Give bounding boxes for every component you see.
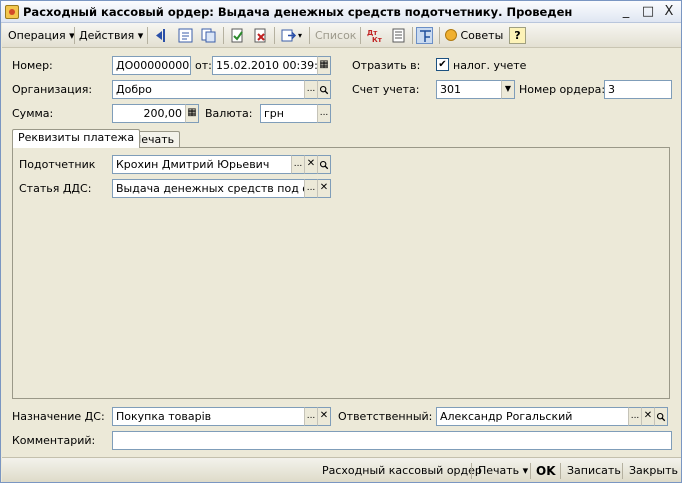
organization-select-button[interactable]: ...	[304, 80, 318, 99]
actions-menu[interactable]: Действия ▾	[79, 26, 143, 45]
operation-menu-label: Операция	[8, 29, 66, 42]
cash-order-print-button[interactable]: Расходный кассовый ордер	[322, 462, 482, 480]
enter-based-icon[interactable]	[280, 27, 297, 44]
document-window: Расходный кассовый ордер: Выдача денежны…	[0, 0, 682, 483]
maximize-button[interactable]: □	[639, 4, 657, 20]
toolbar-separator	[360, 27, 361, 44]
clear-icon[interactable]: ✕	[317, 179, 331, 198]
purpose-field[interactable]: Покупка товарів	[112, 407, 305, 426]
accountable-person-label: Подотчетник	[19, 158, 96, 171]
report-icon[interactable]	[390, 27, 407, 44]
number-field[interactable]: ДО000000003	[112, 56, 191, 75]
arrow-left-icon[interactable]	[153, 27, 170, 44]
currency-field[interactable]: грн	[260, 104, 318, 123]
bottom-separator	[622, 463, 623, 479]
clear-icon[interactable]: ✕	[317, 407, 331, 426]
svg-text:Кт: Кт	[372, 36, 383, 44]
bottom-bar: Расходный кассовый ордер Печать ▾ OK Зап…	[2, 457, 681, 482]
toolbar-separator	[223, 27, 224, 44]
post-document-icon[interactable]	[229, 27, 246, 44]
toolbar-separator	[74, 27, 75, 44]
ok-button[interactable]: OK	[536, 462, 556, 480]
save-button[interactable]: Записать	[567, 462, 621, 480]
refresh-icon[interactable]	[177, 27, 194, 44]
document-icon	[5, 5, 19, 19]
payment-details-panel: Подотчетник Крохин Дмитрий Юрьевич ... ✕…	[12, 147, 670, 399]
toolbar-separator	[412, 27, 413, 44]
bottom-separator	[560, 463, 561, 479]
toolbar-separator	[439, 27, 440, 44]
tips-label: Советы	[460, 29, 504, 42]
actions-menu-label: Действия	[79, 29, 135, 42]
chevron-down-icon[interactable]: ▼	[501, 80, 515, 99]
copy-icon[interactable]	[200, 27, 217, 44]
accountable-person-field[interactable]: Крохин Дмитрий Юрьевич	[112, 155, 292, 174]
accountable-person-select-button[interactable]: ...	[291, 155, 305, 174]
sum-field[interactable]: 200,00	[112, 104, 186, 123]
organization-field[interactable]: Добро	[112, 80, 305, 99]
toolbar-separator	[309, 27, 310, 44]
date-field[interactable]: 15.02.2010 00:39:51	[212, 56, 318, 75]
clear-icon[interactable]: ✕	[641, 407, 655, 426]
reflect-in-label: Отразить в:	[352, 59, 421, 72]
account-label: Счет учета:	[352, 83, 420, 96]
tips-button[interactable]: Советы	[445, 26, 503, 45]
unpost-document-icon[interactable]	[252, 27, 269, 44]
order-number-field[interactable]: 3	[604, 80, 672, 99]
account-field[interactable]: 301	[436, 80, 502, 99]
sum-label: Сумма:	[12, 107, 54, 120]
currency-label: Валюта:	[205, 107, 253, 120]
purpose-label: Назначение ДС:	[12, 410, 105, 423]
organization-label: Организация:	[12, 83, 93, 96]
print-menu-button[interactable]: Печать ▾	[478, 462, 528, 480]
number-label: Номер:	[12, 59, 53, 72]
bottom-separator	[530, 463, 531, 479]
tips-icon	[445, 29, 457, 41]
tax-accounting-checkbox[interactable]: ✔	[436, 58, 449, 71]
chevron-down-icon: ▾	[137, 29, 144, 42]
close-button[interactable]: Закрыть	[629, 462, 678, 480]
toolbar: Операция ▾ Действия ▾ ▾ Список Дт Кт Сов…	[2, 23, 681, 48]
comment-field[interactable]	[112, 431, 672, 450]
window-title: Расходный кассовый ордер: Выдача денежны…	[23, 5, 573, 19]
comment-label: Комментарий:	[12, 434, 96, 447]
search-icon[interactable]	[654, 407, 668, 426]
cash-flow-item-select-button[interactable]: ...	[304, 179, 318, 198]
tax-accounting-label: налог. учете	[453, 59, 527, 72]
search-icon[interactable]	[317, 80, 331, 99]
responsible-select-button[interactable]: ...	[628, 407, 642, 426]
minimize-button[interactable]: _	[617, 4, 635, 20]
title-bar[interactable]: Расходный кассовый ордер: Выдача денежны…	[1, 1, 681, 23]
calendar-icon[interactable]: ▦	[317, 56, 331, 75]
responsible-field[interactable]: Александр Рогальский	[436, 407, 629, 426]
structure-icon[interactable]	[416, 27, 433, 44]
print-menu-label: Печать	[478, 464, 520, 477]
tab-payment-details[interactable]: Реквизиты платежа	[12, 129, 141, 148]
list-button[interactable]: Список	[315, 26, 356, 45]
bottom-separator	[471, 463, 472, 479]
order-number-label: Номер ордера:	[519, 83, 606, 96]
responsible-label: Ответственный:	[338, 410, 433, 423]
currency-select-button[interactable]: ...	[317, 104, 331, 123]
operation-menu[interactable]: Операция ▾	[8, 26, 75, 45]
cash-flow-item-field[interactable]: Выдача денежных средств под отчет	[112, 179, 305, 198]
help-button[interactable]: ?	[509, 27, 526, 44]
clear-icon[interactable]: ✕	[304, 155, 318, 174]
chevron-down-icon: ▾	[522, 464, 529, 477]
chevron-down-icon[interactable]: ▾	[298, 26, 302, 45]
debit-credit-icon[interactable]: Дт Кт	[366, 27, 383, 44]
close-window-button[interactable]: X	[660, 4, 678, 20]
date-from-label: от:	[195, 59, 212, 72]
toolbar-separator	[147, 27, 148, 44]
calculator-icon[interactable]: ▦	[185, 104, 199, 123]
purpose-select-button[interactable]: ...	[304, 407, 318, 426]
search-icon[interactable]	[317, 155, 331, 174]
toolbar-separator	[274, 27, 275, 44]
cash-flow-item-label: Статья ДДС:	[19, 182, 92, 195]
